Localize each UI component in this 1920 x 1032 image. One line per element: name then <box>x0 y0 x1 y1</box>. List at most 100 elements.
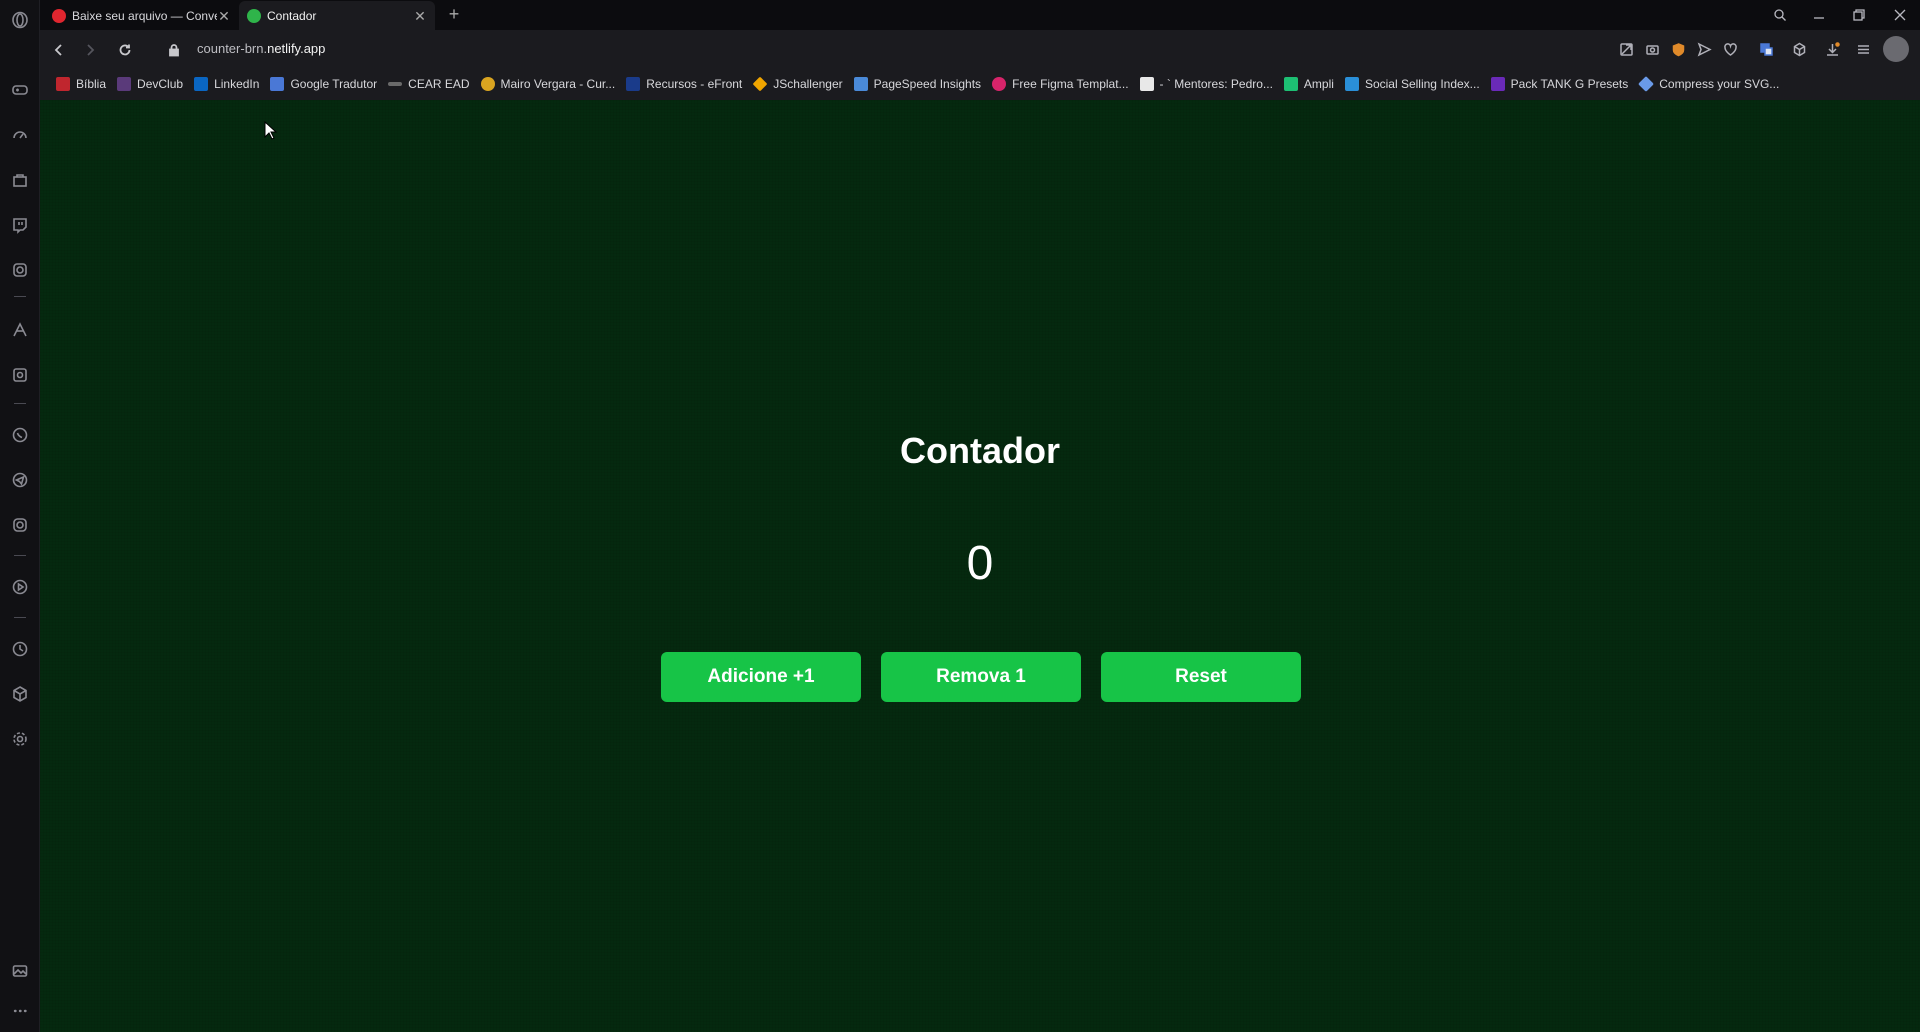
settings-gear-icon[interactable] <box>9 728 31 750</box>
bookmark-favicon <box>117 77 132 91</box>
address-bar: counter-brn.netlify.app <box>40 30 1920 68</box>
close-window-icon[interactable] <box>1889 4 1911 26</box>
bookmark-favicon <box>270 77 285 91</box>
bookmark-biblia[interactable]: Bíblia <box>56 77 106 91</box>
search-tabs-icon[interactable] <box>1769 4 1791 26</box>
bookmark-mairo-vergara[interactable]: Mairo Vergara - Cur... <box>480 77 616 91</box>
counter-title: Contador <box>900 430 1060 471</box>
telegram-icon[interactable] <box>9 469 31 491</box>
messenger-icon[interactable] <box>9 259 31 281</box>
lock-icon[interactable] <box>163 39 185 61</box>
vpn-shield-icon[interactable] <box>1668 39 1688 59</box>
bookmark-favicon <box>194 77 209 91</box>
back-icon[interactable] <box>48 39 70 61</box>
bookmark-label: Pack TANK G Presets <box>1510 77 1629 91</box>
minimize-icon[interactable] <box>1808 4 1830 26</box>
bookmark-favicon <box>1283 77 1298 91</box>
tab-baixe-arquivo[interactable]: Baixe seu arquivo — Conve ✕ <box>44 1 239 30</box>
bookmark-favicon <box>752 76 768 92</box>
extension-icon[interactable] <box>9 364 31 386</box>
bookmarks-bar: Bíblia DevClub LinkedIn Google Tradutor … <box>40 68 1920 100</box>
bookmark-favicon <box>1344 77 1359 91</box>
bookmark-label: Recursos - eFront <box>646 77 743 91</box>
store-icon[interactable] <box>9 169 31 191</box>
tab-bar: Baixe seu arquivo — Conve ✕ Contador ✕ + <box>40 0 1920 30</box>
bookmark-favicon <box>626 77 641 91</box>
page-content: Contador 0 Adicione +1 Remova 1 Reset <box>40 100 1920 1032</box>
snapshot-icon[interactable] <box>1642 39 1662 59</box>
bookmark-label: Compress your SVG... <box>1659 77 1780 91</box>
gamepad-icon[interactable] <box>9 79 31 101</box>
tab-title: Baixe seu arquivo — Conve <box>72 8 217 23</box>
add-one-button[interactable]: Adicione +1 <box>661 652 861 702</box>
close-tab-icon[interactable]: ✕ <box>413 9 427 23</box>
bookmark-cear-ead[interactable]: CEAR EAD <box>388 77 470 91</box>
bookmark-label: CEAR EAD <box>408 77 470 91</box>
bookmark-label: Google Tradutor <box>290 77 378 91</box>
bookmark-label: DevClub <box>137 77 184 91</box>
close-tab-icon[interactable]: ✕ <box>217 9 231 23</box>
bookmark-pagespeed[interactable]: PageSpeed Insights <box>853 77 982 91</box>
bookmark-favicon <box>56 77 70 91</box>
url-subdomain: counter-brn. <box>197 41 268 56</box>
bookmark-label: Mairo Vergara - Cur... <box>500 77 616 91</box>
bookmark-label: Ampli <box>1303 77 1334 91</box>
profile-avatar[interactable] <box>1883 36 1909 62</box>
bookmark-linkedin[interactable]: LinkedIn <box>194 77 259 91</box>
bookmark-pack-tank[interactable]: Pack TANK G Presets <box>1490 77 1629 91</box>
bookmark-label: JSchallenger <box>773 77 843 91</box>
url-field[interactable]: counter-brn.netlify.app <box>197 41 325 56</box>
easy-setup-menu-icon[interactable] <box>1853 39 1873 59</box>
opera-logo-icon[interactable] <box>9 9 31 31</box>
mouse-cursor-icon <box>264 121 278 140</box>
reload-icon[interactable] <box>114 39 136 61</box>
bookmark-favicon <box>1638 76 1655 92</box>
tab-title: Contador <box>267 8 317 23</box>
bookmark-label: Free Figma Templat... <box>1012 77 1129 91</box>
bookmark-jschallenger[interactable]: JSchallenger <box>752 76 843 92</box>
whatsapp-icon[interactable] <box>9 424 31 446</box>
tab-contador[interactable]: Contador ✕ <box>239 1 435 30</box>
gallery-icon[interactable] <box>9 960 31 982</box>
instagram-icon[interactable] <box>9 514 31 536</box>
bookmark-devclub[interactable]: DevClub <box>117 77 183 91</box>
bookmark-label: Social Selling Index... <box>1364 77 1480 91</box>
new-tab-icon[interactable]: + <box>444 4 464 24</box>
browser-sidebar <box>0 0 40 1032</box>
extensions-icon[interactable] <box>1789 39 1809 59</box>
bookmark-label: LinkedIn <box>214 77 260 91</box>
bookmark-label: PageSpeed Insights <box>873 77 982 91</box>
bookmark-favicon <box>1139 77 1154 91</box>
remove-one-button[interactable]: Remova 1 <box>881 652 1081 702</box>
send-icon[interactable] <box>1694 39 1714 59</box>
bookmark-compress-svg[interactable]: Compress your SVG... <box>1638 76 1780 92</box>
bookmark-favicon <box>853 77 868 91</box>
counter-value: 0 <box>966 537 994 590</box>
bookmark-label: - ` Mentores: Pedro... <box>1159 77 1273 91</box>
heart-icon[interactable] <box>1720 39 1740 59</box>
player-icon[interactable] <box>9 576 31 598</box>
bookmark-recursos-efront[interactable]: Recursos - eFront <box>626 77 742 91</box>
forward-icon[interactable] <box>79 39 101 61</box>
more-options-icon[interactable] <box>9 1000 31 1022</box>
bookmark-favicon <box>480 77 495 91</box>
bookmark-free-figma[interactable]: Free Figma Templat... <box>992 77 1129 91</box>
twitch-icon[interactable] <box>9 214 31 236</box>
ampli-icon[interactable] <box>9 319 31 341</box>
translate-icon[interactable] <box>1756 39 1776 59</box>
bookmark-google-tradutor[interactable]: Google Tradutor <box>270 77 377 91</box>
reset-button[interactable]: Reset <box>1101 652 1301 702</box>
share-icon[interactable] <box>1616 39 1636 59</box>
restore-icon[interactable] <box>1848 4 1870 26</box>
url-domain: netlify.app <box>267 41 326 56</box>
bookmark-social-selling[interactable]: Social Selling Index... <box>1344 77 1480 91</box>
bookmark-label: Bíblia <box>76 77 107 91</box>
speed-dial-icon[interactable] <box>9 124 31 146</box>
bookmark-favicon <box>388 82 403 86</box>
bookmark-ampli[interactable]: Ampli <box>1283 77 1334 91</box>
bookmark-mentores[interactable]: - ` Mentores: Pedro... <box>1139 77 1273 91</box>
bookmark-favicon <box>992 77 1007 91</box>
history-icon[interactable] <box>9 638 31 660</box>
download-icon[interactable] <box>1822 39 1842 59</box>
extensions-cube-icon[interactable] <box>9 683 31 705</box>
